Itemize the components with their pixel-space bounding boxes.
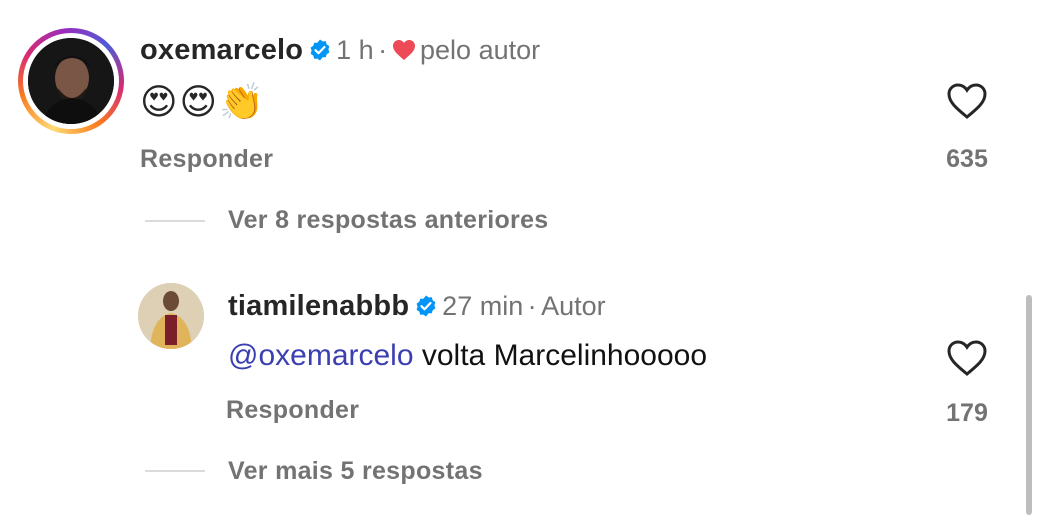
- view-more-replies-button[interactable]: Ver mais 5 respostas: [228, 457, 483, 486]
- avatar-photo-icon: [28, 38, 114, 124]
- mention-link[interactable]: @oxemarcelo: [228, 339, 414, 372]
- avatar[interactable]: [138, 283, 204, 349]
- avatar[interactable]: [28, 38, 114, 124]
- verified-badge-icon: [416, 295, 436, 317]
- like-count: 635: [946, 145, 988, 173]
- comment-header: oxemarcelo 1 h · pelo autor: [140, 34, 540, 67]
- heart-outline-icon: [947, 340, 987, 376]
- heart-outline-icon: [947, 83, 987, 119]
- like-button[interactable]: [946, 339, 988, 382]
- reply-button[interactable]: Responder: [140, 145, 273, 174]
- verified-badge-icon: [310, 39, 330, 61]
- comment-body: volta Marcelinhooooo: [413, 339, 708, 372]
- comment-header: tiamilenabbb 27 min · Autor: [228, 290, 606, 323]
- timestamp: 27 min: [442, 291, 524, 321]
- comment-text: 😍😍👏: [140, 81, 266, 122]
- view-previous-replies-button[interactable]: Ver 8 respostas anteriores: [228, 206, 548, 235]
- reply-button[interactable]: Responder: [226, 396, 359, 425]
- author-badge: Autor: [541, 291, 606, 321]
- liked-by-author-label: pelo autor: [420, 35, 541, 65]
- username[interactable]: tiamilenabbb: [228, 290, 409, 322]
- avatar-story-ring[interactable]: [18, 28, 124, 134]
- like-button[interactable]: [946, 82, 988, 125]
- heart-filled-icon: [392, 40, 415, 60]
- username[interactable]: oxemarcelo: [140, 34, 303, 66]
- avatar-ring-gap: [23, 33, 119, 129]
- like-count: 179: [946, 399, 988, 427]
- separator-dot: ·: [527, 291, 537, 321]
- avatar-photo-icon: [138, 283, 204, 349]
- scrollbar[interactable]: [1026, 295, 1032, 515]
- thread-divider: [145, 220, 205, 222]
- separator-dot: ·: [378, 35, 388, 65]
- thread-divider: [145, 470, 205, 472]
- comment-text: @oxemarcelo volta Marcelinhooooo: [228, 339, 707, 373]
- timestamp: 1 h: [336, 35, 374, 65]
